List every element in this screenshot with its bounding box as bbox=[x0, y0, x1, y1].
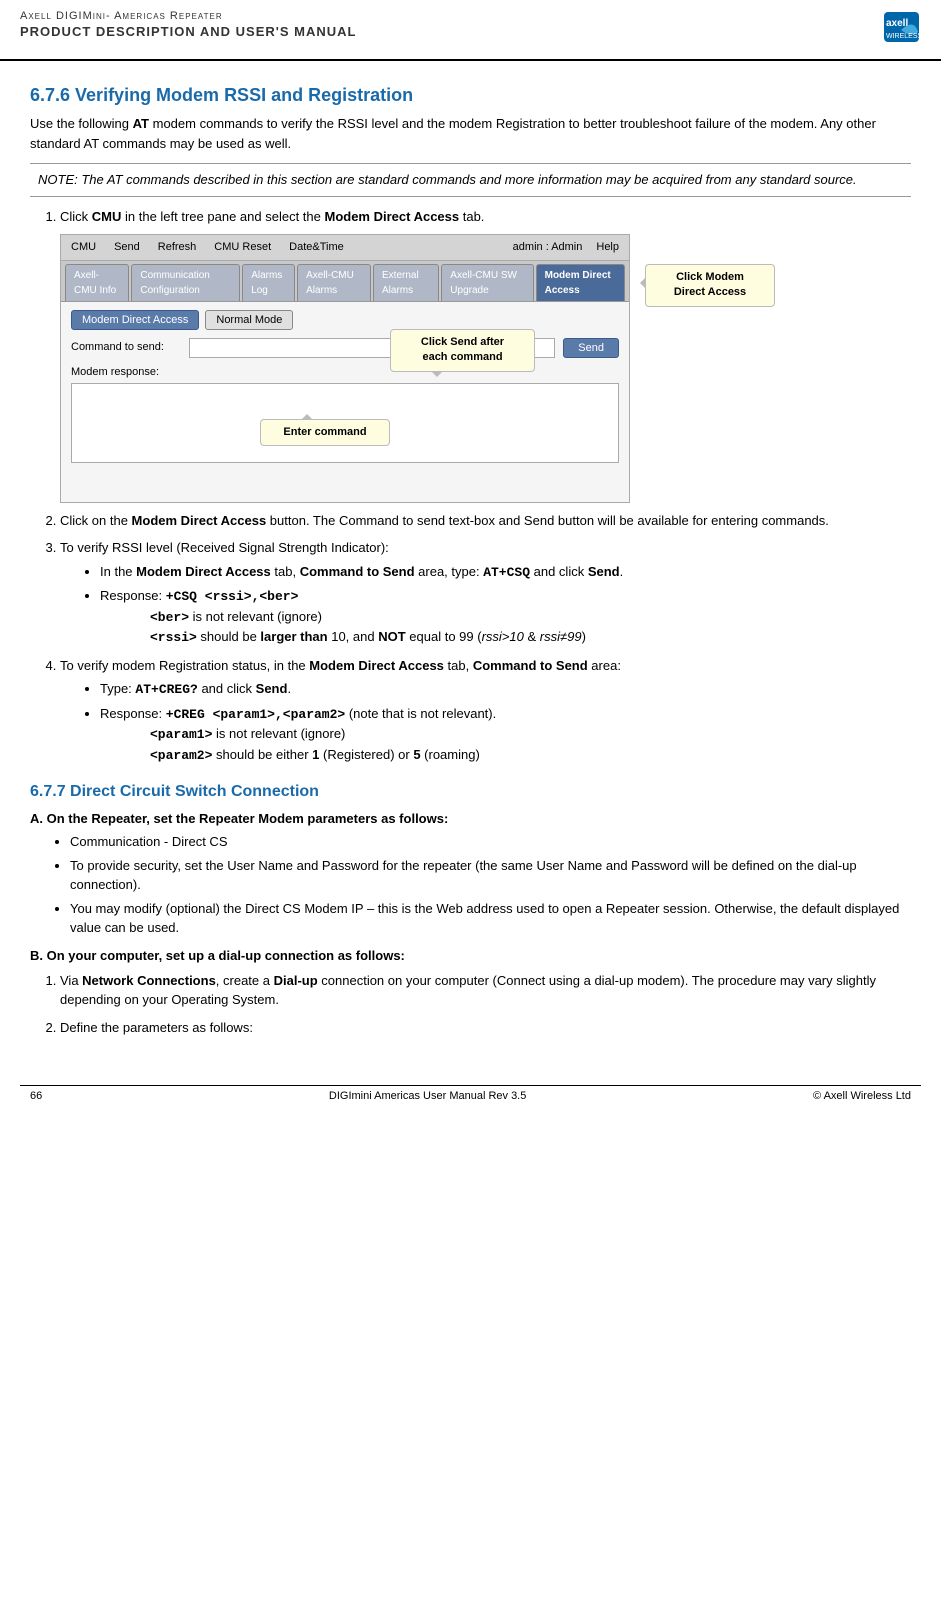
ss-tabbar: Axell-CMU Info Communication Configurati… bbox=[61, 261, 629, 302]
step-3: To verify RSSI level (Received Signal St… bbox=[60, 538, 911, 648]
step3-bullet2: Response: +CSQ <rssi>,<ber> <ber> is not… bbox=[100, 586, 911, 648]
part-b-heading: B. On your computer, set up a dial-up co… bbox=[30, 948, 911, 963]
axell-logo: axell WIRELESS bbox=[846, 10, 921, 55]
ss-tab-sw-upgrade[interactable]: Axell-CMU SW Upgrade bbox=[441, 264, 533, 301]
note-box: NOTE: The AT commands described in this … bbox=[30, 163, 911, 197]
ss-body: Modem Direct Access Normal Mode Command … bbox=[61, 302, 629, 502]
ss-nav-cmu-reset: CMU Reset bbox=[210, 237, 275, 258]
ss-tab-ext-alarms[interactable]: External Alarms bbox=[373, 264, 439, 301]
footer-page: 66 bbox=[30, 1090, 42, 1102]
svg-text:WIRELESS: WIRELESS bbox=[886, 33, 921, 40]
part-a-heading: A. On the Repeater, set the Repeater Mod… bbox=[30, 811, 911, 826]
logo-area: axell WIRELESS bbox=[846, 10, 921, 55]
ss-nav-help: Help bbox=[592, 237, 623, 258]
screenshot-wrapper: CMU Send Refresh CMU Reset Date&Time adm… bbox=[60, 234, 630, 503]
callout-modem-direct: Click ModemDirect Access bbox=[645, 264, 775, 307]
ss-tab-modem[interactable]: Modem Direct Access bbox=[536, 264, 625, 301]
part-b-steps: Via Network Connections, create a Dial-u… bbox=[60, 971, 911, 1038]
part-b-step2: Define the parameters as follows: bbox=[60, 1018, 911, 1038]
step-4: To verify modem Registration status, in … bbox=[60, 656, 911, 766]
step4-bullets: Type: AT+CREG? and click Send. Response:… bbox=[100, 679, 911, 765]
ss-nav-datetime: Date&Time bbox=[285, 237, 348, 258]
ss-button-row: Modem Direct Access Normal Mode bbox=[71, 310, 619, 330]
ss-nav-send: Send bbox=[110, 237, 144, 258]
note-text: NOTE: The AT commands described in this … bbox=[38, 172, 857, 187]
callout-enter: Enter command bbox=[260, 419, 390, 446]
step-1: Click CMU in the left tree pane and sele… bbox=[60, 207, 911, 503]
ss-nav-admin: admin : Admin bbox=[513, 239, 583, 256]
ss-send-button[interactable]: Send bbox=[563, 338, 619, 358]
callout-send: Click Send aftereach command bbox=[390, 329, 535, 372]
ss-tab-alarms[interactable]: Alarms Log bbox=[242, 264, 295, 301]
ss-tab-comm[interactable]: Communication Configuration bbox=[131, 264, 240, 301]
section-677b-heading: 6.7.7 Direct Circuit Switch Connection bbox=[30, 783, 911, 801]
step4-bullet2: Response: +CREG <param1>,<param2> (note … bbox=[100, 704, 911, 766]
doc-title-block: Axell DIGIMini- Americas Repeater PRODUC… bbox=[20, 10, 356, 39]
step3-bullets: In the Modem Direct Access tab, Command … bbox=[100, 562, 911, 648]
footer-center: DIGImini Americas User Manual Rev 3.5 bbox=[329, 1090, 526, 1102]
part-a-bullet-3: You may modify (optional) the Direct CS … bbox=[70, 899, 911, 938]
ss-tab-info[interactable]: Axell-CMU Info bbox=[65, 264, 129, 301]
ss-modem-direct-btn[interactable]: Modem Direct Access bbox=[71, 310, 199, 330]
step-2: Click on the Modem Direct Access button.… bbox=[60, 511, 911, 531]
part-a-bullet-2: To provide security, set the User Name a… bbox=[70, 856, 911, 895]
footer: 66 DIGImini Americas User Manual Rev 3.5… bbox=[20, 1085, 921, 1106]
ss-command-row: Command to send: Send bbox=[71, 338, 619, 358]
ss-tab-cmu-alarms[interactable]: Axell-CMU Alarms bbox=[297, 264, 371, 301]
ss-nav-cmu: CMU bbox=[67, 237, 100, 258]
ss-topbar: CMU Send Refresh CMU Reset Date&Time adm… bbox=[61, 235, 629, 261]
ss-nav-refresh: Refresh bbox=[154, 237, 201, 258]
document-header: Axell DIGIMini- Americas Repeater PRODUC… bbox=[0, 0, 941, 61]
doc-title-top: Axell DIGIMini- Americas Repeater bbox=[20, 10, 356, 22]
steps-list: Click CMU in the left tree pane and sele… bbox=[60, 207, 911, 766]
intro-text: Use the following AT modem commands to v… bbox=[30, 114, 911, 153]
doc-title-main: PRODUCT DESCRIPTION AND USER'S MANUAL bbox=[20, 24, 356, 39]
footer-right: © Axell Wireless Ltd bbox=[813, 1090, 911, 1102]
section-677-heading: 6.7.6 Verifying Modem RSSI and Registrat… bbox=[30, 85, 911, 106]
step4-bullet1: Type: AT+CREG? and click Send. bbox=[100, 679, 911, 700]
part-b-step1: Via Network Connections, create a Dial-u… bbox=[60, 971, 911, 1010]
part-a-bullets: Communication - Direct CS To provide sec… bbox=[70, 832, 911, 938]
step3-bullet1: In the Modem Direct Access tab, Command … bbox=[100, 562, 911, 583]
screenshot-frame: CMU Send Refresh CMU Reset Date&Time adm… bbox=[60, 234, 630, 503]
ss-normal-mode-btn[interactable]: Normal Mode bbox=[205, 310, 293, 330]
ss-command-label: Command to send: bbox=[71, 339, 181, 356]
main-content: 6.7.6 Verifying Modem RSSI and Registrat… bbox=[0, 61, 941, 1065]
ss-response-area: Modem response: bbox=[71, 364, 619, 464]
part-a-bullet-1: Communication - Direct CS bbox=[70, 832, 911, 852]
ss-response-label: Modem response: bbox=[71, 364, 619, 381]
